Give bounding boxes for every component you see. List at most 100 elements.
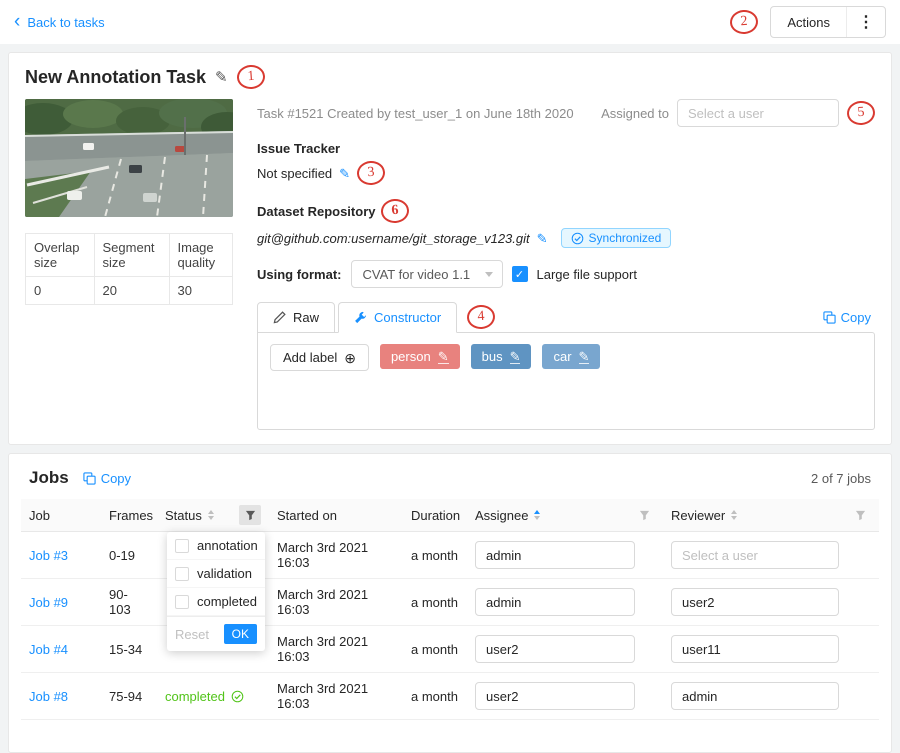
more-actions-icon[interactable]: ⋮ <box>847 12 885 32</box>
edit-issue-tracker-icon[interactable]: ✎ <box>339 167 350 180</box>
job-link[interactable]: Job #3 <box>29 548 68 563</box>
filter-option-validation[interactable]: validation <box>167 560 265 588</box>
actions-button[interactable]: Actions ⋮ <box>770 6 886 38</box>
sort-carets-assignee[interactable] <box>534 510 540 520</box>
jobs-count: 2 of 7 jobs <box>811 471 871 486</box>
table-row: Job #4 15-34 March 3rd 2021 16:03 a mont… <box>21 626 879 673</box>
edit-label-icon[interactable]: ✎ <box>510 350 521 364</box>
sort-carets-status[interactable] <box>208 510 214 520</box>
back-to-tasks-label: Back to tasks <box>27 15 104 30</box>
filter-option-annotation[interactable]: annotation <box>167 532 265 560</box>
issue-tracker-row: Not specified ✎ 3 <box>257 161 875 185</box>
top-bar: ‹ Back to tasks 2 Actions ⋮ <box>0 0 900 44</box>
labels-tabs-row: Raw Constructor 4 Copy <box>257 302 875 333</box>
filter-option-annotation-label: annotation <box>197 538 258 553</box>
assignee-input[interactable] <box>677 99 839 127</box>
assignee-cell-input[interactable] <box>475 588 635 616</box>
started-cell: March 3rd 2021 16:03 <box>269 626 403 673</box>
plus-circle-icon: ⊕ <box>344 351 356 365</box>
reviewer-cell-input[interactable] <box>671 682 839 710</box>
page-title: New Annotation Task <box>25 67 206 88</box>
reviewer-filter-icon[interactable] <box>849 505 871 525</box>
status-filter-dropdown: annotation validation completed Reset OK <box>167 532 265 651</box>
sort-carets-reviewer[interactable] <box>731 510 737 520</box>
assignee-cell-input[interactable] <box>475 635 635 663</box>
jobs-card: Jobs Copy 2 of 7 jobs Job Frames Status <box>8 453 892 753</box>
reviewer-cell-input[interactable] <box>671 541 839 569</box>
callout-1: 1 <box>236 64 266 90</box>
copy-jobs-button[interactable]: Copy <box>83 471 131 486</box>
format-select[interactable]: CVAT for video 1.1 <box>351 260 503 288</box>
jobs-table-header-row: Job Frames Status Started on Duration <box>21 499 879 532</box>
assigned-to-label: Assigned to <box>601 106 669 121</box>
caret-up-icon <box>731 510 737 514</box>
overlap-size-value: 0 <box>26 277 95 305</box>
copy-jobs-label: Copy <box>101 471 131 486</box>
task-meta-row: Task #1521 Created by test_user_1 on Jun… <box>257 99 875 127</box>
assignee-cell-input[interactable] <box>475 541 635 569</box>
edit-title-icon[interactable]: ✎ <box>215 70 228 85</box>
label-tag-person[interactable]: person ✎ <box>380 344 460 369</box>
table-row: Job #3 0-19 March 3rd 2021 16:03 a month <box>21 532 879 579</box>
format-row: Using format: CVAT for video 1.1 ✓ Large… <box>257 260 875 288</box>
checkbox-completed[interactable] <box>175 595 189 609</box>
assigned-to-group: Assigned to 5 <box>601 99 875 127</box>
callout-6: 6 <box>381 198 411 224</box>
add-label-button[interactable]: Add label ⊕ <box>270 344 369 371</box>
large-file-checkbox[interactable]: ✓ <box>512 266 528 282</box>
job-link[interactable]: Job #4 <box>29 642 68 657</box>
column-reviewer[interactable]: Reviewer <box>663 499 879 532</box>
column-assignee-label: Assignee <box>475 508 528 523</box>
ok-button[interactable]: OK <box>224 624 257 644</box>
sync-status-badge[interactable]: Synchronized <box>561 228 672 248</box>
filter-option-completed[interactable]: completed <box>167 588 265 616</box>
labels-constructor-panel: Add label ⊕ person ✎ bus ✎ car ✎ <box>257 332 875 430</box>
reviewer-cell-input[interactable] <box>671 588 839 616</box>
copy-labels-label: Copy <box>841 310 871 325</box>
status-filter-icon[interactable] <box>239 505 261 525</box>
filter-footer: Reset OK <box>167 616 265 651</box>
reset-button[interactable]: Reset <box>175 627 209 642</box>
using-format-label: Using format: <box>257 267 342 282</box>
filter-option-validation-label: validation <box>197 566 252 581</box>
tab-constructor[interactable]: Constructor <box>338 302 457 333</box>
edit-repository-icon[interactable]: ✎ <box>537 232 548 245</box>
checkbox-validation[interactable] <box>175 567 189 581</box>
caret-up-icon <box>534 510 540 514</box>
edit-label-icon[interactable]: ✎ <box>579 350 590 364</box>
task-thumbnail <box>25 99 233 217</box>
table-row: Job #8 75-94 completed March 3rd 2021 16… <box>21 673 879 720</box>
jobs-header: Jobs Copy 2 of 7 jobs <box>21 466 879 499</box>
status-cell: completed <box>157 673 269 720</box>
reviewer-cell-input[interactable] <box>671 635 839 663</box>
actions-label: Actions <box>771 15 846 30</box>
label-tag-person-name: person <box>391 349 431 364</box>
callout-4: 4 <box>466 304 496 330</box>
label-tag-car[interactable]: car ✎ <box>542 344 600 369</box>
edit-label-icon[interactable]: ✎ <box>438 350 449 364</box>
label-tag-bus[interactable]: bus ✎ <box>471 344 532 369</box>
job-link[interactable]: Job #9 <box>29 595 68 610</box>
started-cell: March 3rd 2021 16:03 <box>269 673 403 720</box>
column-started-on: Started on <box>269 499 403 532</box>
caret-down-icon <box>534 516 540 520</box>
column-status[interactable]: Status <box>157 499 269 532</box>
assignee-cell-input[interactable] <box>475 682 635 710</box>
caret-up-icon <box>208 510 214 514</box>
wrench-icon <box>354 311 367 324</box>
checkbox-annotation[interactable] <box>175 539 189 553</box>
copy-icon <box>83 472 96 485</box>
column-frames: Frames <box>101 499 157 532</box>
column-assignee[interactable]: Assignee <box>467 499 663 532</box>
label-tag-bus-name: bus <box>482 349 503 364</box>
dataset-repository-label: Dataset Repository <box>257 204 375 219</box>
duration-cell: a month <box>403 673 467 720</box>
copy-labels-button[interactable]: Copy <box>823 310 871 325</box>
jobs-table: Job Frames Status Started on Duration <box>21 499 879 720</box>
repository-row: git@github.com:username/git_storage_v123… <box>257 228 875 248</box>
back-to-tasks-link[interactable]: ‹ Back to tasks <box>14 13 105 32</box>
job-link[interactable]: Job #8 <box>29 689 68 704</box>
tab-raw[interactable]: Raw <box>257 302 335 333</box>
label-tag-car-name: car <box>553 349 571 364</box>
assignee-filter-icon[interactable] <box>633 505 655 525</box>
